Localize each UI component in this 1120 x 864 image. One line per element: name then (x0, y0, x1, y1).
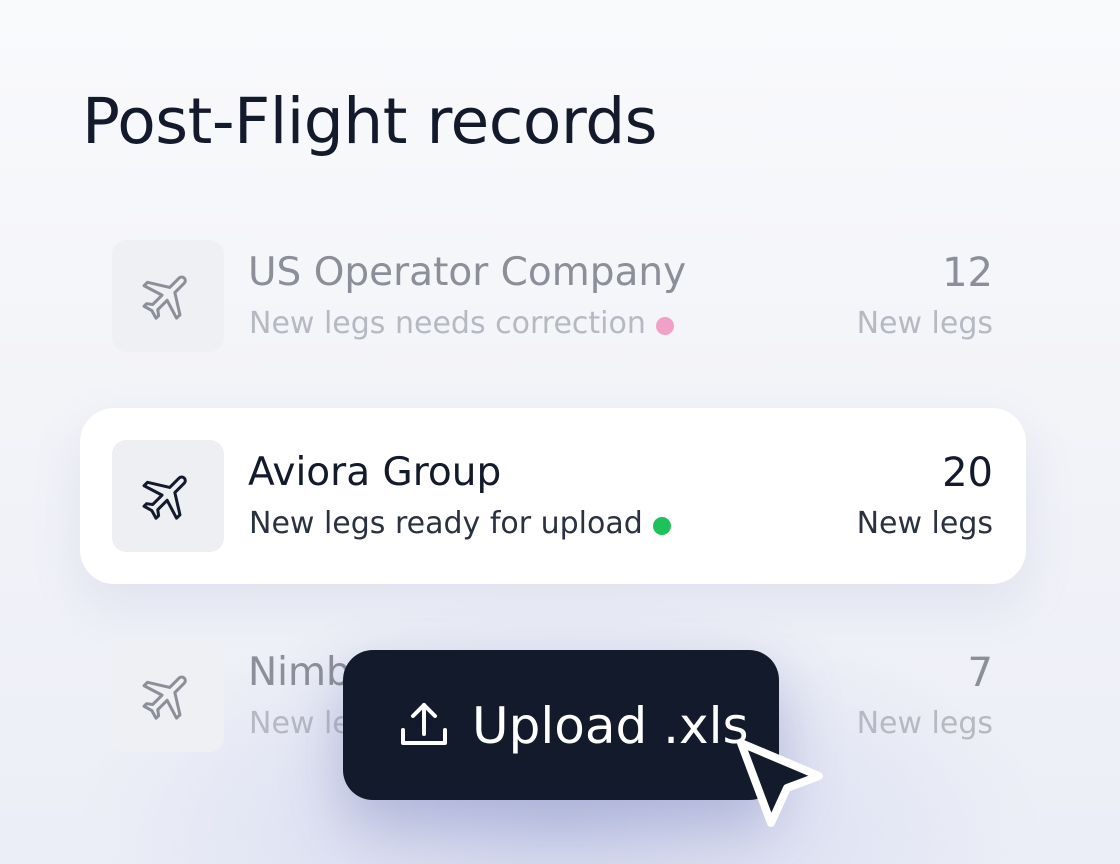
new-legs-label: New legs (856, 706, 993, 741)
status-text: New legs ready for upload (249, 506, 643, 541)
new-legs-label: New legs (856, 506, 993, 541)
airplane-icon (142, 475, 187, 520)
company-name: Nimb (248, 650, 351, 695)
new-legs-count: 7 (967, 650, 993, 696)
record-row-us-operator-company[interactable]: US Operator Company New legs needs corre… (80, 208, 1026, 384)
status-dot (655, 316, 674, 335)
company-avatar (112, 640, 224, 752)
status-text: New le (249, 706, 351, 741)
company-name: US Operator Company (248, 250, 687, 295)
airplane-icon (142, 675, 187, 720)
page-title: Post-Flight records (82, 85, 658, 158)
company-avatar (112, 240, 224, 352)
upload-button-label: Upload .xls (472, 697, 749, 755)
new-legs-label: New legs (856, 306, 993, 341)
record-row-aviora-group[interactable]: Aviora Group New legs ready for upload 2… (80, 408, 1026, 584)
airplane-icon (142, 275, 187, 320)
record-status: New legs ready for upload (249, 504, 671, 544)
upload-xls-button[interactable]: Upload .xls (343, 650, 779, 800)
record-status: New le (249, 704, 351, 744)
upload-icon (398, 699, 450, 751)
record-status: New legs needs correction (249, 304, 674, 344)
company-avatar (112, 440, 224, 552)
company-name: Aviora Group (248, 450, 502, 495)
new-legs-count: 12 (942, 250, 993, 296)
new-legs-count: 20 (942, 450, 993, 496)
status-text: New legs needs correction (249, 306, 646, 341)
status-dot (652, 516, 671, 535)
